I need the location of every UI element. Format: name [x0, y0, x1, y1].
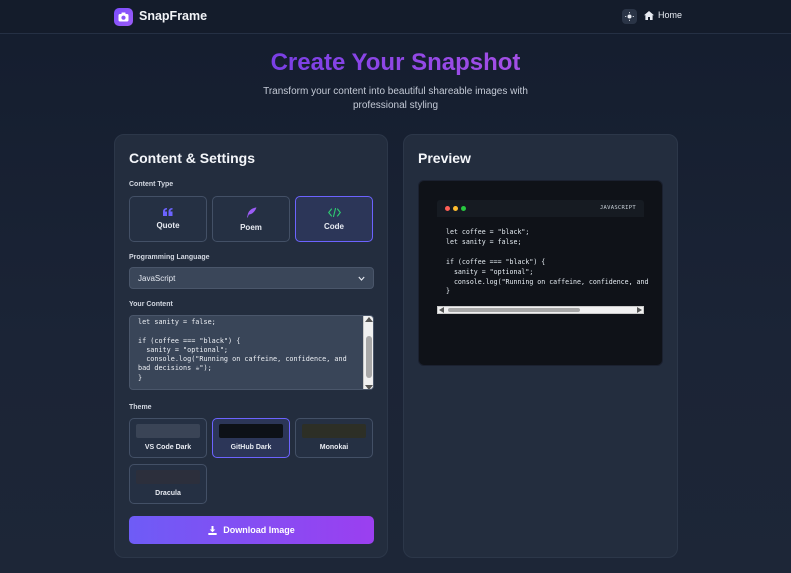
maximize-dot-icon	[461, 206, 466, 211]
language-select[interactable]: JavaScript	[129, 267, 374, 289]
theme-label: Theme	[129, 404, 152, 411]
language-label: Programming Language	[129, 254, 210, 261]
theme-github-dark[interactable]: GitHub Dark	[212, 418, 290, 458]
minimize-dot-icon	[453, 206, 458, 211]
home-icon	[644, 10, 654, 20]
scroll-down-icon[interactable]	[365, 385, 373, 389]
scrollbar-thumb[interactable]	[366, 336, 372, 378]
chevron-down-icon	[358, 276, 365, 281]
content-type-label: Content Type	[129, 181, 174, 188]
code-window-header: JAVASCRIPT	[437, 200, 644, 217]
preview-card: JAVASCRIPT let coffee = "black"; let san…	[418, 180, 663, 366]
content-type-label-poem: Poem	[240, 222, 262, 232]
feather-icon	[246, 207, 256, 217]
preview-horizontal-scrollbar[interactable]	[437, 306, 644, 314]
horizontal-scrollbar-thumb[interactable]	[448, 308, 580, 312]
theme-swatch	[219, 424, 283, 438]
scroll-left-icon[interactable]	[439, 307, 444, 313]
content-textarea-text: let sanity = false; if (coffee === "blac…	[138, 318, 347, 382]
content-type-quote[interactable]: Quote	[129, 196, 207, 242]
language-tag: JAVASCRIPT	[599, 205, 636, 211]
code-icon	[327, 207, 341, 217]
theme-name: Dracula	[155, 490, 181, 497]
brand-name[interactable]: SnapFrame	[139, 9, 207, 23]
close-dot-icon	[445, 206, 450, 211]
scroll-up-icon[interactable]	[365, 317, 373, 322]
textarea-scrollbar[interactable]	[363, 316, 373, 389]
theme-swatch	[302, 424, 366, 438]
settings-panel: Content & Settings Content Type Quote Po…	[114, 134, 388, 558]
content-type-label-code: Code	[324, 221, 344, 231]
content-type-label-quote: Quote	[156, 221, 180, 230]
page-subtitle: Transform your content into beautiful sh…	[263, 86, 528, 111]
preview-title: Preview	[418, 150, 471, 166]
theme-toggle-button[interactable]	[622, 9, 637, 24]
theme-swatch	[136, 424, 200, 438]
download-icon	[208, 525, 217, 535]
camera-icon[interactable]	[114, 8, 133, 26]
content-type-code[interactable]: Code	[295, 196, 373, 242]
sun-icon	[625, 12, 634, 21]
download-button-label: Download Image	[223, 525, 295, 535]
home-link-label: Home	[658, 10, 683, 20]
theme-name: Monokai	[319, 444, 349, 451]
theme-swatch	[136, 470, 200, 484]
language-select-value: JavaScript	[138, 273, 176, 283]
content-label: Your Content	[129, 301, 173, 308]
scroll-right-icon[interactable]	[637, 307, 642, 313]
quote-icon	[163, 208, 173, 216]
content-type-poem[interactable]: Poem	[212, 196, 290, 242]
page-title: Create Your Snapshot	[270, 49, 521, 76]
theme-vscode-dark[interactable]: VS Code Dark	[129, 418, 207, 458]
top-navbar: SnapFrame Home	[0, 0, 791, 34]
home-link[interactable]: Home	[644, 10, 682, 20]
content-textarea[interactable]: let sanity = false; if (coffee === "blac…	[129, 315, 374, 390]
theme-name: VS Code Dark	[144, 444, 192, 451]
theme-name: GitHub Dark	[230, 444, 272, 451]
settings-title: Content & Settings	[129, 150, 255, 166]
preview-code: let coffee = "black"; let sanity = false…	[446, 228, 649, 296]
preview-panel: Preview JAVASCRIPT let coffee = "black";…	[403, 134, 678, 558]
theme-monokai[interactable]: Monokai	[295, 418, 373, 458]
code-window: JAVASCRIPT let coffee = "black"; let san…	[437, 200, 649, 314]
download-image-button[interactable]: Download Image	[129, 516, 374, 544]
theme-dracula[interactable]: Dracula	[129, 464, 207, 504]
